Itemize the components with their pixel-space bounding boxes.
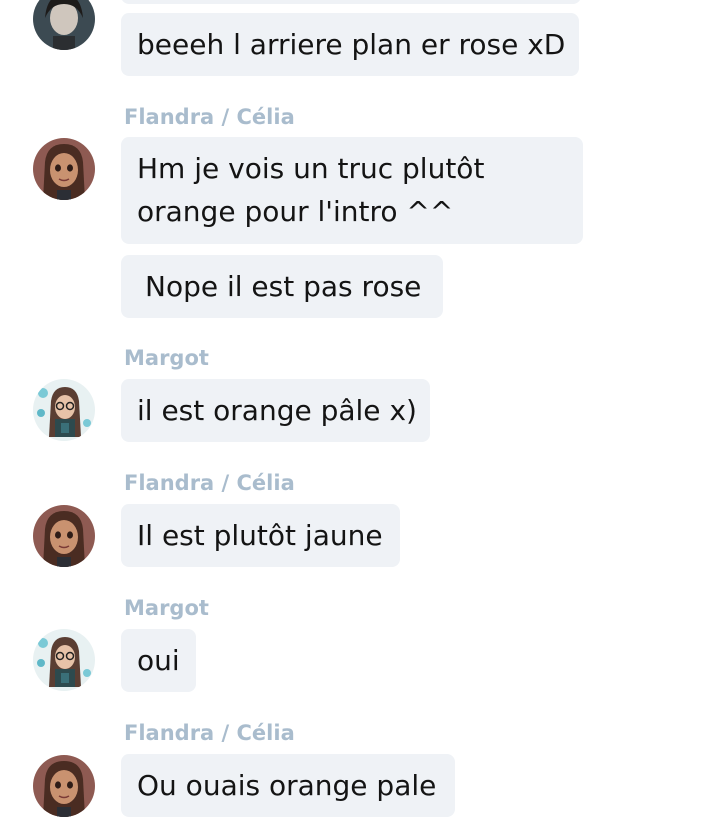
message-text: Il est plutôt jaune <box>137 519 383 552</box>
cartoon-girl-glasses-avatar-icon <box>33 629 95 691</box>
user-avatar[interactable] <box>33 505 95 567</box>
message-bubble[interactable]: Nope il est pas rose <box>121 255 443 318</box>
sender-name: Flandra / Célia <box>124 471 295 495</box>
sender-name: Margot <box>124 346 209 370</box>
message-text: il est orange pâle x) <box>137 394 417 427</box>
message-bubble[interactable]: il est orange pâle x) <box>121 379 430 442</box>
cartoon-girl-avatar-icon <box>33 755 95 817</box>
message-text-line: Hm je vois un truc plutôt <box>137 152 485 185</box>
message-text-line: orange pour l'intro ^^ <box>137 195 454 228</box>
message-text: Nope il est pas rose <box>145 270 422 303</box>
message-text: oui <box>137 644 180 677</box>
user-avatar[interactable] <box>33 0 95 50</box>
user-avatar[interactable] <box>33 379 95 441</box>
cartoon-girl-avatar-icon <box>33 505 95 567</box>
user-avatar[interactable] <box>33 629 95 691</box>
cartoon-girl-glasses-avatar-icon <box>33 379 95 441</box>
message-bubble[interactable]: oui <box>121 629 196 692</box>
sender-name: Margot <box>124 596 209 620</box>
user-avatar[interactable] <box>33 138 95 200</box>
message-bubble[interactable]: beeeh l arriere plan er rose xD <box>121 13 579 76</box>
message-text: beeeh l arriere plan er rose xD <box>137 28 566 61</box>
sender-name: Flandra / Célia <box>124 105 295 129</box>
cartoon-girl-avatar-icon <box>33 138 95 200</box>
message-text: Ou ouais orange pale <box>137 769 437 802</box>
message-bubble[interactable]: Hm je vois un truc plutôt orange pour l'… <box>121 137 583 244</box>
message-bubble-cutoff <box>121 0 581 4</box>
message-bubble[interactable]: Il est plutôt jaune <box>121 504 400 567</box>
person-photo-icon <box>33 0 95 50</box>
message-bubble[interactable]: Ou ouais orange pale <box>121 754 455 817</box>
sender-name: Flandra / Célia <box>124 721 295 745</box>
user-avatar[interactable] <box>33 755 95 817</box>
